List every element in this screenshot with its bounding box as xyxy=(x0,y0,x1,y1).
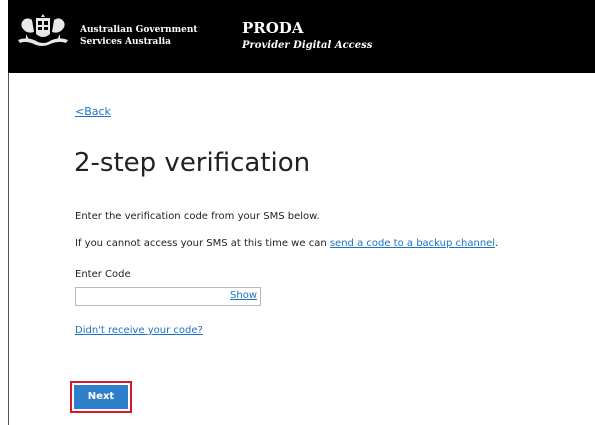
site-header: Australian Government Services Australia… xyxy=(8,0,595,73)
app-title: PRODA xyxy=(242,19,304,37)
back-link[interactable]: <Back xyxy=(75,105,111,118)
backup-channel-link[interactable]: send a code to a backup channel xyxy=(330,238,495,249)
code-field: Show xyxy=(75,287,261,306)
backup-text-prefix: If you cannot access your SMS at this ti… xyxy=(75,238,330,249)
backup-text-suffix: . xyxy=(495,238,499,249)
government-name: Australian Government Services Australia xyxy=(80,24,198,48)
coat-of-arms-icon xyxy=(18,14,68,46)
instruction-text: Enter the verification code from your SM… xyxy=(75,211,320,222)
backup-channel-text: If you cannot access your SMS at this ti… xyxy=(75,237,498,250)
next-button[interactable]: Next xyxy=(74,385,128,409)
gov-line-1: Australian Government xyxy=(80,25,198,35)
code-input[interactable] xyxy=(76,288,234,305)
page-left-border xyxy=(8,73,9,425)
app-subtitle: Provider Digital Access xyxy=(242,40,373,51)
gov-line-2: Services Australia xyxy=(80,37,172,47)
page-title: 2-step verification xyxy=(74,148,311,178)
resend-code-link[interactable]: Didn't receive your code? xyxy=(75,325,203,336)
code-label: Enter Code xyxy=(75,269,131,280)
show-code-link[interactable]: Show xyxy=(230,290,257,301)
